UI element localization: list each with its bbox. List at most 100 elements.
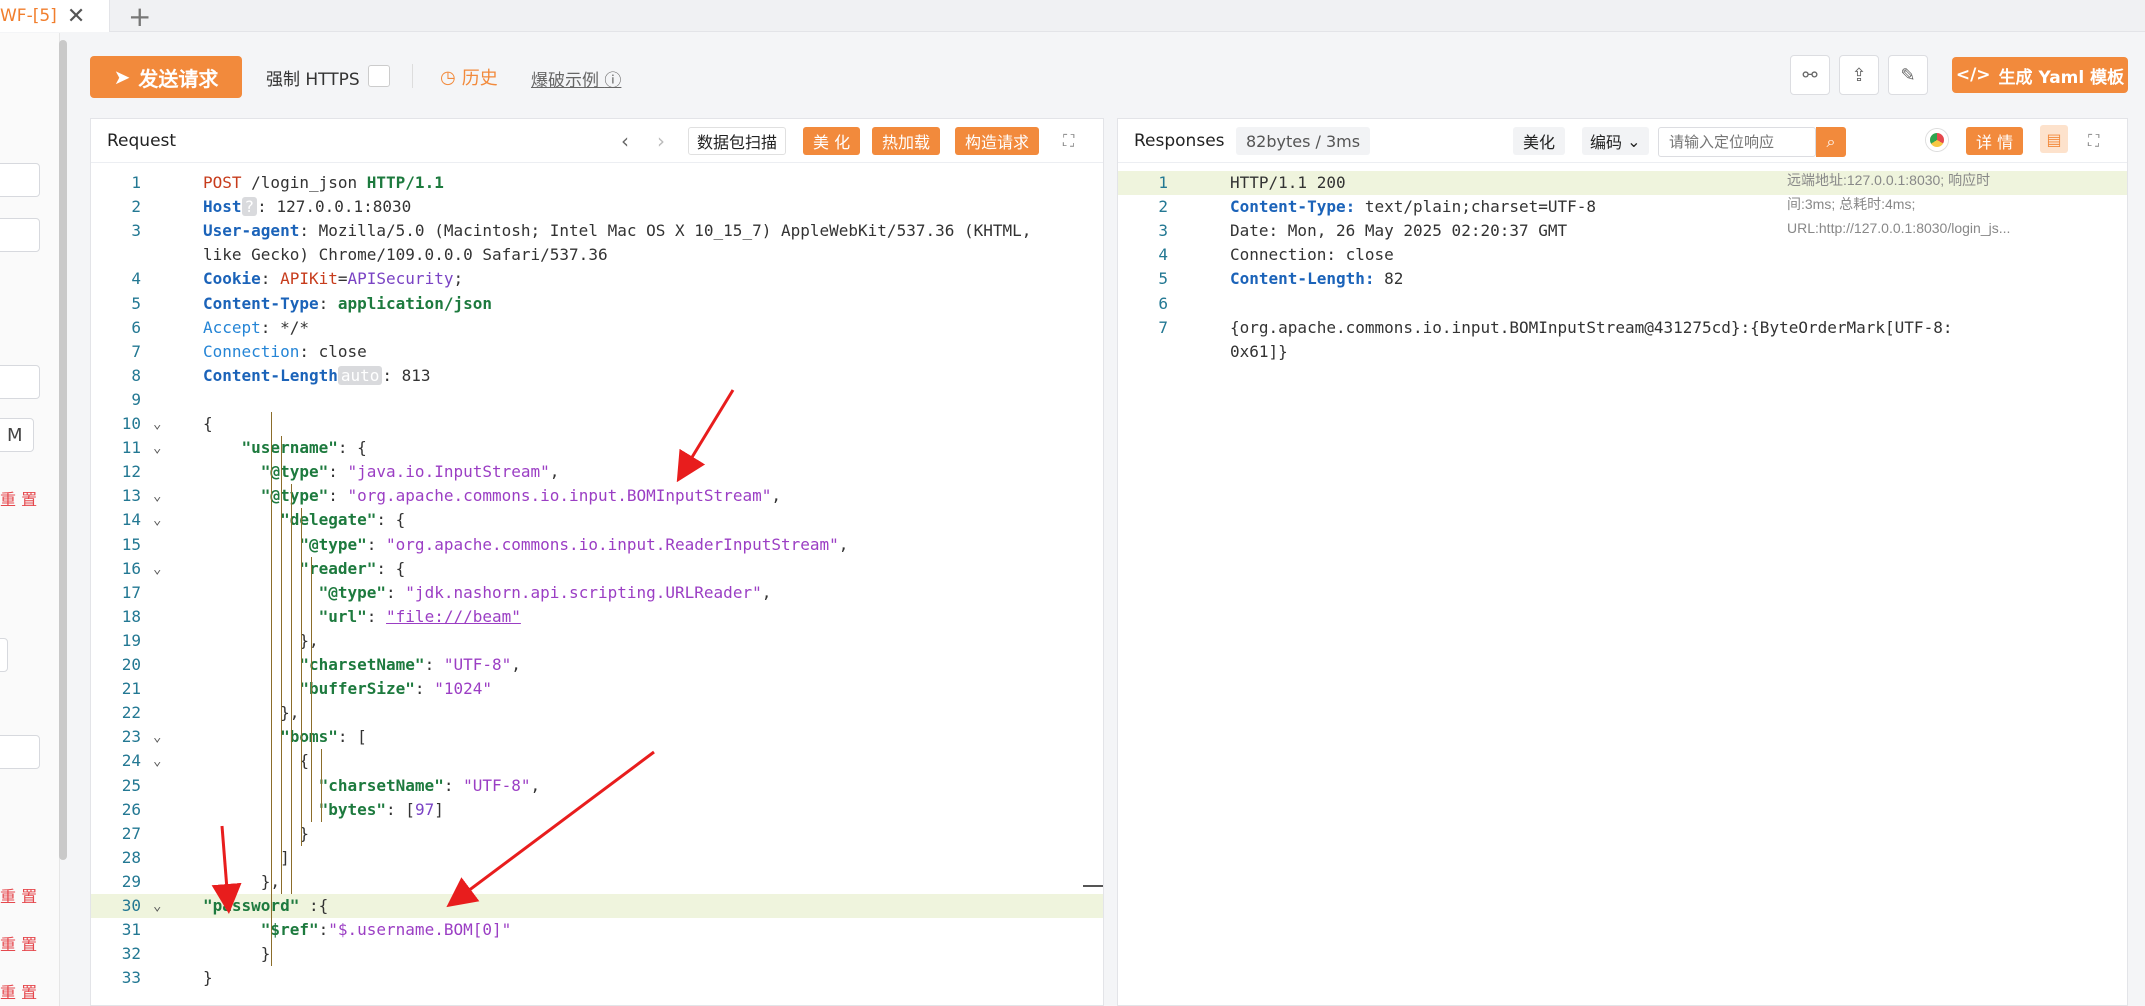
code-text: Content-Type: text/plain;charset=UTF-8 <box>1230 195 1596 219</box>
fold-chevron-icon[interactable]: ⌄ <box>153 484 161 508</box>
code-token: Content-Type: <box>1230 197 1356 217</box>
line-number: 20 <box>121 655 141 674</box>
reset-button[interactable]: 重 置 <box>0 931 37 955</box>
fold-chevron-icon[interactable]: ⌄ <box>153 725 161 749</box>
code-token: application/json <box>337 293 492 313</box>
fold-chevron-icon[interactable]: ⌄ <box>153 436 161 460</box>
export-icon[interactable]: ⇪ <box>1839 55 1879 95</box>
fullscreen-icon[interactable]: ⛶ <box>2088 131 2099 151</box>
generate-yaml-button[interactable]: </> 生成 Yaml 模板 <box>1952 57 2128 93</box>
beautify-button[interactable]: 美 化 <box>803 127 861 155</box>
line-number: 3 <box>131 221 141 241</box>
sidebar-input[interactable] <box>0 638 8 672</box>
code-token: "UTF-8" <box>463 775 531 795</box>
code-line: 1 POST /login_json HTTP/1.1 <box>91 171 1103 195</box>
minimap-marker <box>1083 885 1103 887</box>
sidebar-input[interactable] <box>0 365 40 399</box>
code-line: 24 ⌄ { <box>91 749 1103 773</box>
line-number: 11 <box>121 438 141 458</box>
code-token: "$.username.BOM[0]" <box>328 920 512 940</box>
indent-guide <box>301 508 302 846</box>
code-text: "username": { <box>203 436 367 460</box>
hotload-button[interactable]: 热加载 <box>872 127 941 155</box>
code-token: Content-Length <box>203 365 338 385</box>
code-token: {org.apache.commons.io.input.BOMInputStr… <box>1230 317 1953 337</box>
comment-icon[interactable]: ▤ <box>2040 125 2068 153</box>
line-number: 4 <box>1158 245 1168 265</box>
code-token: : <box>424 655 444 674</box>
force-https-checkbox[interactable] <box>368 65 390 87</box>
sidebar-input[interactable] <box>0 735 40 769</box>
code-token: : <box>443 775 464 795</box>
send-request-button[interactable]: ➤ 发送请求 <box>90 56 242 98</box>
details-button[interactable]: 详 情 <box>1966 127 2024 155</box>
share-icon[interactable]: ⚯ <box>1790 55 1830 95</box>
reset-button[interactable]: 重 置 <box>0 979 37 1003</box>
encode-label: 编码 <box>1590 133 1623 152</box>
encode-dropdown[interactable]: 编码 ⌄ <box>1582 127 1649 155</box>
search-icon[interactable]: ⌕ <box>1816 127 1846 157</box>
build-request-button[interactable]: 构造请求 <box>955 127 1040 155</box>
line-number: 18 <box>121 606 141 626</box>
code-text: }, <box>203 870 280 894</box>
close-icon[interactable]: ✕ <box>67 4 85 29</box>
add-tab-icon[interactable]: + <box>128 0 151 33</box>
code-line: 4 Cookie: APIKit=APISecurity; <box>91 267 1103 291</box>
code-line: 33} <box>91 966 1103 990</box>
code-token: ? <box>241 197 258 217</box>
code-text: "@type": "jdk.nashorn.api.scripting.URLR… <box>203 581 772 605</box>
code-text: "boms": [ <box>203 725 367 749</box>
code-token: Date: Mon, 26 May 2025 02:20:37 GMT <box>1230 221 1568 241</box>
code-token: : <box>318 920 329 940</box>
sidebar-m-box[interactable]: M <box>0 418 34 452</box>
history-button[interactable]: ◷ 历史 <box>440 64 498 90</box>
fold-chevron-icon[interactable]: ⌄ <box>153 894 161 918</box>
code-line: 8 Content-Length auto: 813 <box>91 364 1103 388</box>
line-number: 16 <box>121 558 141 578</box>
tab-wf5[interactable]: WF-[5] ✕ <box>0 0 110 32</box>
code-line: 0x61]} <box>1118 340 2127 364</box>
fullscreen-icon[interactable]: ⛶ <box>1063 131 1074 151</box>
code-token: 0x61]} <box>1230 341 1288 361</box>
fold-chevron-icon[interactable]: ⌄ <box>153 508 161 532</box>
fold-chevron-icon[interactable]: ⌄ <box>153 412 161 436</box>
code-token: "org.apache.commons.io.input.BOMInputStr… <box>347 486 772 506</box>
code-line: 26 "bytes": [97] <box>91 798 1103 822</box>
line-number: 32 <box>121 944 141 964</box>
packet-scan-button[interactable]: 数据包扫描 <box>688 127 787 155</box>
fold-chevron-icon[interactable]: ⌄ <box>153 557 161 581</box>
line-number: 22 <box>121 703 141 723</box>
sidebar-scrollbar[interactable] <box>59 40 67 860</box>
code-line: 14 ⌄ "delegate": { <box>91 508 1103 532</box>
sidebar-input[interactable] <box>0 218 40 252</box>
forward-icon[interactable]: › <box>657 129 665 153</box>
response-search-input[interactable] <box>1658 127 1816 157</box>
code-token: : <box>260 269 281 289</box>
response-editor[interactable]: 1 HTTP/1.1 200 2 Content-Type: text/plain;c… <box>1118 163 2127 1005</box>
back-icon[interactable]: ‹ <box>621 129 629 153</box>
code-text: like Gecko) Chrome/109.0.0.0 Safari/537.… <box>203 243 608 267</box>
sidebar-input[interactable] <box>0 163 40 197</box>
burst-example-link[interactable]: 爆破示例 ⓘ <box>531 66 621 91</box>
code-line: 27 } <box>91 822 1103 846</box>
reset-button[interactable]: 重 置 <box>0 883 37 907</box>
code-text: {org.apache.commons.io.input.BOMInputStr… <box>1230 316 1952 340</box>
code-token: : <box>328 462 348 482</box>
request-editor[interactable]: 1 POST /login_json HTTP/1.1 2 Host?: 127.0.… <box>91 163 1103 1005</box>
code-token: , <box>530 775 541 795</box>
line-number: 7 <box>1158 317 1168 337</box>
code-token: : <box>318 293 338 313</box>
code-text: HTTP/1.1 200 <box>1230 171 1346 195</box>
beautify-button[interactable]: 美化 <box>1513 127 1566 155</box>
fold-chevron-icon[interactable]: ⌄ <box>153 749 161 773</box>
sidebar-m-label: M <box>7 425 23 446</box>
line-number: 30 <box>121 896 141 915</box>
line-number: 1 <box>1158 173 1168 192</box>
code-token: "delegate" <box>280 510 377 530</box>
edit-icon[interactable]: ✎ <box>1888 55 1928 95</box>
reset-button[interactable]: 重 置 <box>0 486 37 510</box>
chrome-icon[interactable] <box>1926 129 1948 151</box>
line-number: 2 <box>131 197 141 217</box>
line-number: 26 <box>121 799 141 819</box>
